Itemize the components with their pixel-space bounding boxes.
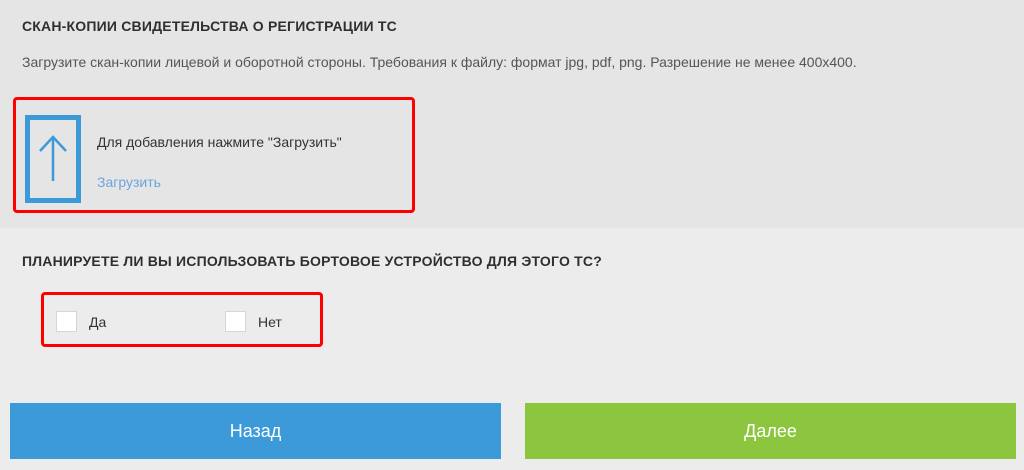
back-button[interactable]: Назад: [10, 403, 501, 459]
arrow-up-icon: [39, 135, 67, 181]
option-no[interactable]: Нет: [225, 311, 282, 332]
option-yes[interactable]: Да: [56, 311, 106, 332]
onboard-device-question: ПЛАНИРУЕТЕ ЛИ ВЫ ИСПОЛЬЗОВАТЬ БОРТОВОЕ У…: [22, 253, 602, 269]
upload-link[interactable]: Загрузить: [97, 174, 161, 190]
yes-label: Да: [89, 313, 107, 330]
upload-button[interactable]: [25, 115, 81, 203]
upload-requirements-text: Загрузите скан-копии лицевой и оборотной…: [22, 54, 857, 70]
no-checkbox[interactable]: [225, 311, 246, 332]
next-button[interactable]: Далее: [525, 403, 1016, 459]
registration-scan-title: СКАН-КОПИИ СВИДЕТЕЛЬСТВА О РЕГИСТРАЦИИ Т…: [22, 18, 397, 34]
upload-hint: Для добавления нажмите "Загрузить": [97, 134, 342, 150]
yes-checkbox[interactable]: [56, 311, 77, 332]
no-label: Нет: [258, 313, 282, 330]
